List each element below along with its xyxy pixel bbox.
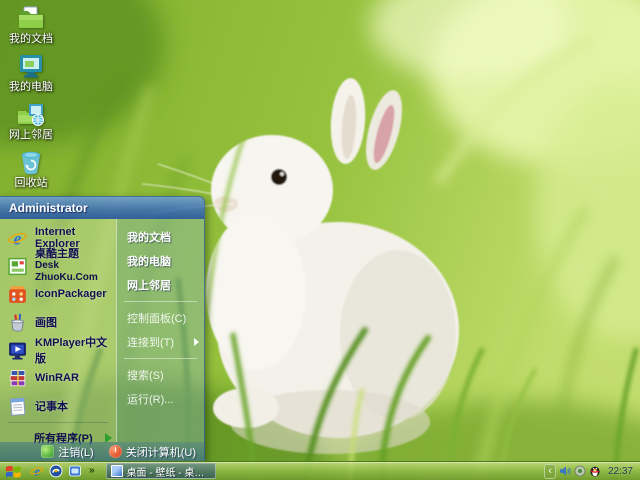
quick-launch-messenger-icon[interactable] bbox=[68, 464, 82, 478]
start-menu-separator bbox=[8, 422, 108, 423]
log-off-icon bbox=[41, 445, 55, 458]
menu-item-label: 我的电脑 bbox=[127, 256, 171, 268]
desktop-icon-my-computer[interactable]: 我的电脑 bbox=[2, 52, 60, 93]
task-button-label: 桌面 - 壁纸 - 桌酷壁... bbox=[126, 467, 211, 479]
desktop-icon-label: 我的文档 bbox=[9, 33, 53, 45]
my-documents-folder-icon bbox=[17, 4, 45, 32]
menu-item-network-places[interactable]: 网上邻居 bbox=[117, 273, 204, 297]
menu-item-label: 桌酷主题 bbox=[35, 248, 79, 260]
quick-launch-bar: e » bbox=[26, 464, 100, 478]
icon-packager-icon bbox=[7, 284, 28, 305]
kmplayer-icon bbox=[7, 340, 28, 361]
menu-item-iconpackager[interactable]: IconPackager bbox=[0, 280, 116, 308]
menu-item-winrar[interactable]: WinRAR bbox=[0, 364, 116, 392]
menu-item-label: 网上邻居 bbox=[127, 280, 171, 292]
log-off-button[interactable]: 注销(L) bbox=[41, 444, 94, 460]
notepad-icon bbox=[7, 396, 28, 417]
menu-item-my-documents[interactable]: 我的文档 bbox=[117, 225, 204, 249]
turn-off-computer-button[interactable]: 关闭计算机(U) bbox=[108, 444, 196, 460]
menu-item-label: 连接到(T) bbox=[127, 337, 175, 349]
menu-item-connect-to[interactable]: 连接到(T) bbox=[117, 330, 204, 354]
menu-item-label: 我的文档 bbox=[127, 232, 171, 244]
zhuoku-theme-icon bbox=[7, 256, 28, 277]
menu-item-control-panel[interactable]: 控制面板(C) bbox=[117, 306, 204, 330]
start-menu-left-column: e Internet Explorer 桌酷主题 Desk ZhuoKu.Com bbox=[0, 219, 116, 445]
log-off-label: 注销(L) bbox=[58, 446, 94, 459]
desktop-icon-list: 我的文档 我的电脑 网上邻居 回收站 bbox=[2, 4, 60, 189]
menu-item-search[interactable]: 搜索(S) bbox=[117, 363, 204, 387]
desktop-icon-label: 我的电脑 bbox=[9, 81, 53, 93]
start-menu-footer: 注销(L) 关闭计算机(U) bbox=[0, 442, 204, 461]
quick-launch-internet-explorer-icon[interactable]: e bbox=[30, 464, 44, 478]
start-menu: Administrator e Internet Explorer 桌酷主题 D… bbox=[0, 196, 205, 462]
tray-collapse-chevron[interactable]: ‹ bbox=[544, 463, 556, 479]
menu-item-label: KMPlayer中文版 bbox=[35, 337, 108, 365]
submenu-arrow-icon bbox=[194, 338, 199, 346]
menu-item-label: 画图 bbox=[35, 317, 57, 329]
desktop-icon-my-documents[interactable]: 我的文档 bbox=[2, 4, 60, 45]
menu-item-label: WinRAR bbox=[35, 372, 79, 384]
windows-flag-icon bbox=[5, 465, 21, 478]
menu-item-notepad[interactable]: 记事本 bbox=[0, 392, 116, 420]
menu-item-run[interactable]: 运行(R)... bbox=[117, 387, 204, 411]
menu-item-zhuoku-theme[interactable]: 桌酷主题 Desk ZhuoKu.Com bbox=[0, 248, 116, 283]
menu-item-kmplayer[interactable]: KMPlayer中文版 bbox=[0, 336, 116, 365]
taskbar: e » 桌面 - 壁纸 - 桌酷壁... ‹ bbox=[0, 461, 640, 480]
turn-off-icon bbox=[108, 445, 122, 458]
my-computer-icon bbox=[17, 52, 45, 80]
svg-text:e: e bbox=[34, 465, 40, 479]
desktop-icon-label: 回收站 bbox=[14, 177, 48, 189]
menu-item-paint[interactable]: 画图 bbox=[0, 308, 116, 336]
menu-item-label: IconPackager bbox=[35, 288, 107, 300]
desktop-icon-label: 网上邻居 bbox=[9, 129, 53, 141]
taskbar-clock[interactable]: 22:37 bbox=[604, 466, 635, 477]
menu-item-my-computer[interactable]: 我的电脑 bbox=[117, 249, 204, 273]
menu-item-label: 控制面板(C) bbox=[127, 313, 187, 325]
svg-text:e: e bbox=[14, 228, 22, 248]
desktop-icon-recycle-bin[interactable]: 回收站 bbox=[2, 148, 60, 189]
start-button[interactable] bbox=[0, 462, 26, 480]
start-menu-header: Administrator bbox=[0, 197, 204, 219]
internet-explorer-icon: e bbox=[7, 228, 28, 249]
desktop-screen: 我的文档 我的电脑 网上邻居 回收站 Administrator e Inter… bbox=[0, 0, 640, 480]
winrar-icon bbox=[7, 368, 28, 389]
recycle-bin-icon bbox=[17, 148, 45, 176]
task-button-wallpaper-window[interactable]: 桌面 - 壁纸 - 桌酷壁... bbox=[105, 463, 216, 479]
desktop-icon-network-places[interactable]: 网上邻居 bbox=[2, 100, 60, 141]
paint-icon bbox=[7, 312, 28, 333]
menu-item-label: Internet Explorer bbox=[35, 226, 80, 250]
turn-off-label: 关闭计算机(U) bbox=[125, 446, 196, 459]
menu-item-label-group: 桌酷主题 Desk ZhuoKu.Com bbox=[35, 248, 114, 284]
volume-icon[interactable] bbox=[559, 465, 571, 477]
menu-item-label: 运行(R)... bbox=[127, 394, 174, 406]
tray-app-icon[interactable] bbox=[574, 465, 586, 477]
image-file-icon bbox=[110, 465, 123, 477]
start-menu-separator bbox=[124, 301, 197, 302]
system-tray: ‹ 22:37 bbox=[544, 463, 640, 479]
network-places-icon bbox=[17, 100, 45, 128]
user-name: Administrator bbox=[9, 201, 88, 215]
menu-item-label: 记事本 bbox=[35, 401, 68, 413]
quick-launch-media-player-icon[interactable] bbox=[49, 464, 63, 478]
menu-item-label: 搜索(S) bbox=[127, 370, 164, 382]
qq-messenger-icon[interactable] bbox=[589, 465, 601, 477]
start-menu-right-column: 我的文档 我的电脑 网上邻居 控制面板(C) 连接到(T) 搜索(S) 运行(R… bbox=[116, 219, 204, 442]
start-menu-body: e Internet Explorer 桌酷主题 Desk ZhuoKu.Com bbox=[0, 219, 204, 445]
start-menu-separator bbox=[124, 358, 197, 359]
quick-launch-overflow-chevron[interactable]: » bbox=[87, 464, 97, 478]
